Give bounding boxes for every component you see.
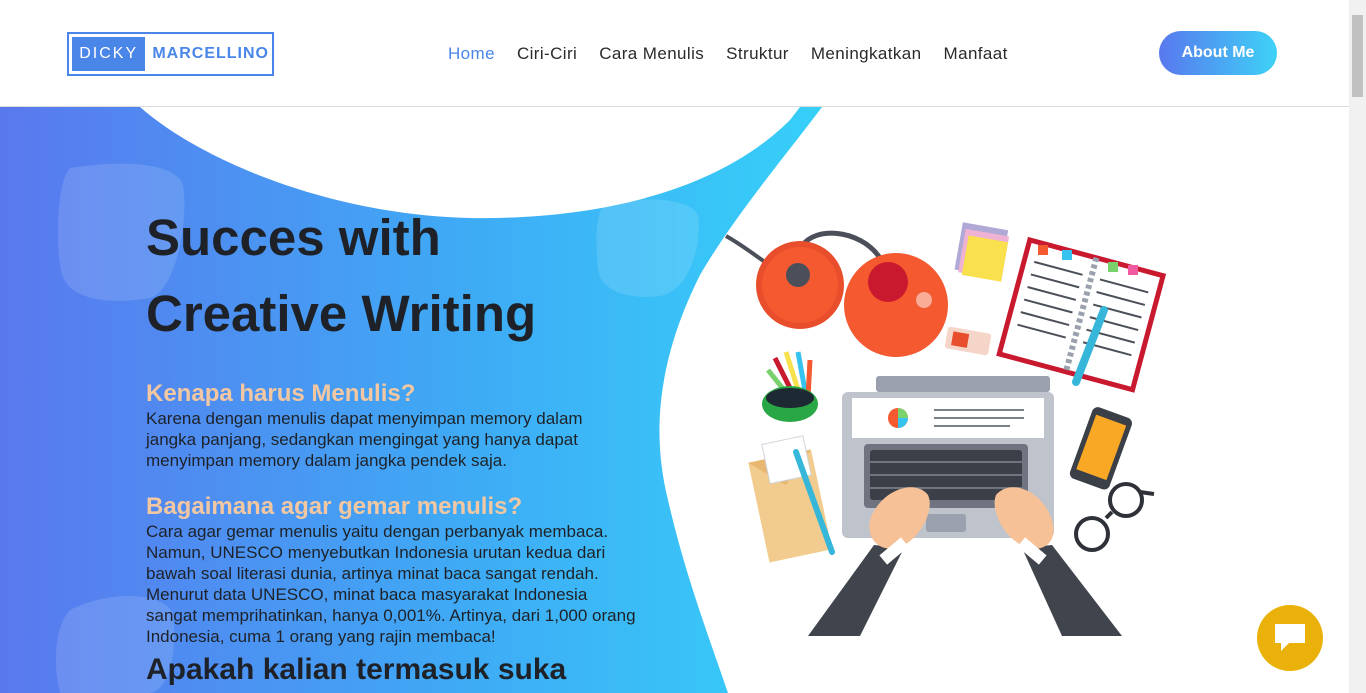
hero-title-line1: Succes with — [146, 209, 441, 266]
hero-content: Succes with Creative Writing Kenapa haru… — [146, 200, 636, 687]
desk-workspace-illustration — [725, 222, 1167, 636]
hero-title: Succes with Creative Writing — [146, 200, 636, 352]
logo-part-1: DICKY — [72, 37, 146, 71]
about-me-button[interactable]: About Me — [1159, 31, 1277, 75]
page-scrollbar[interactable] — [1349, 0, 1366, 693]
chat-button[interactable] — [1257, 605, 1323, 671]
main-nav: Home Ciri-Ciri Cara Menulis Struktur Men… — [448, 44, 1030, 64]
nav-manfaat[interactable]: Manfaat — [944, 44, 1008, 64]
question-why-write: Kenapa harus Menulis? — [146, 380, 416, 407]
site-header: DICKY MARCELLINO Home Ciri-Ciri Cara Men… — [0, 0, 1349, 107]
section-subheading: Apakah kalian termasuk suka — [146, 653, 567, 686]
page: Succes with Creative Writing Kenapa haru… — [0, 0, 1366, 693]
chat-bubble-icon — [1273, 621, 1307, 656]
nav-cara-menulis[interactable]: Cara Menulis — [599, 44, 704, 64]
answer-how-to-enjoy-writing: Cara agar gemar menulis yaitu dengan per… — [146, 522, 636, 646]
answer-why-write: Karena dengan menulis dapat menyimpan me… — [146, 409, 583, 470]
nav-struktur[interactable]: Struktur — [726, 44, 789, 64]
scrollbar-thumb[interactable] — [1352, 15, 1363, 97]
hero-title-line2: Creative Writing — [146, 285, 537, 342]
site-logo[interactable]: DICKY MARCELLINO — [67, 32, 274, 76]
nav-home[interactable]: Home — [448, 44, 495, 64]
nav-ciri-ciri[interactable]: Ciri-Ciri — [517, 44, 577, 64]
logo-part-2: MARCELLINO — [152, 45, 269, 62]
question-how-to-enjoy-writing: Bagaimana agar gemar menulis? — [146, 493, 523, 520]
nav-meningkatkan[interactable]: Meningkatkan — [811, 44, 922, 64]
